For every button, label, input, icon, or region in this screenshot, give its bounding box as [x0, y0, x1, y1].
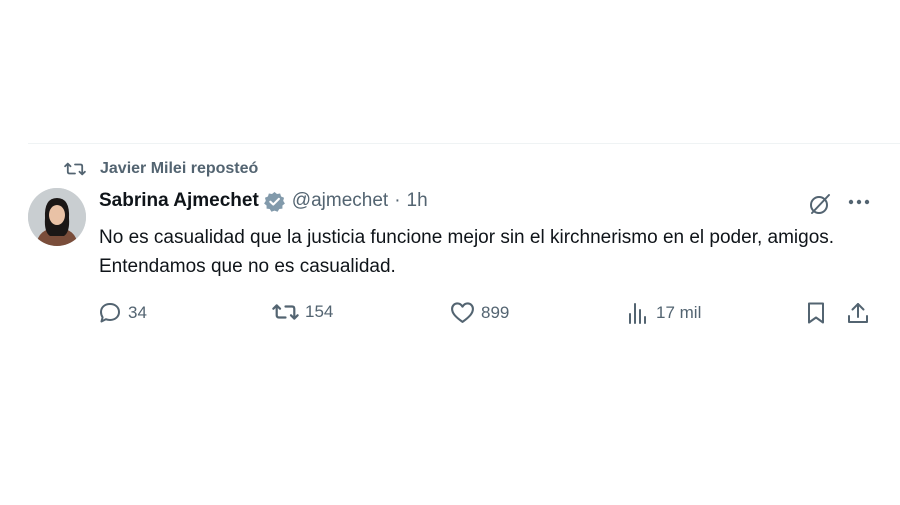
views-chart-icon	[626, 301, 650, 325]
author-handle[interactable]: @ajmechet	[292, 190, 388, 212]
like-button[interactable]: 899	[450, 301, 509, 324]
separator-dot: ·	[394, 190, 401, 211]
bookmark-icon	[804, 301, 828, 325]
tweet-card[interactable]: Javier Milei reposteó Sabrina Ajmechet @…	[28, 143, 900, 332]
reply-icon	[98, 301, 122, 325]
tweet-header: Sabrina Ajmechet @ajmechet · 1h	[99, 190, 428, 212]
views-count: 17 mil	[656, 303, 702, 322]
bookmark-button[interactable]	[804, 301, 828, 325]
grok-icon[interactable]	[808, 192, 832, 221]
repost-icon	[64, 160, 86, 178]
heart-icon	[450, 301, 475, 324]
avatar[interactable]	[28, 188, 86, 246]
like-count: 899	[481, 302, 510, 322]
verified-badge-icon[interactable]	[263, 191, 285, 212]
share-button[interactable]	[846, 301, 870, 325]
reply-button[interactable]: 34	[98, 301, 147, 325]
author-name[interactable]: Sabrina Ajmechet	[99, 190, 259, 212]
tweet-text: No es casualidad que la justicia funcion…	[99, 227, 835, 277]
share-icon	[846, 301, 870, 325]
timestamp[interactable]: 1h	[407, 190, 428, 212]
repost-button[interactable]: 154	[272, 301, 333, 323]
action-bar: 34 154 899 17 mil	[98, 301, 878, 327]
repost-label: Javier Milei reposteó	[100, 160, 259, 177]
reply-count: 34	[128, 303, 147, 322]
repost-action-icon	[272, 301, 299, 323]
repost-context[interactable]: Javier Milei reposteó	[64, 160, 258, 178]
repost-count: 154	[305, 302, 334, 321]
views-button[interactable]: 17 mil	[626, 301, 701, 325]
more-options-icon[interactable]	[846, 192, 872, 217]
